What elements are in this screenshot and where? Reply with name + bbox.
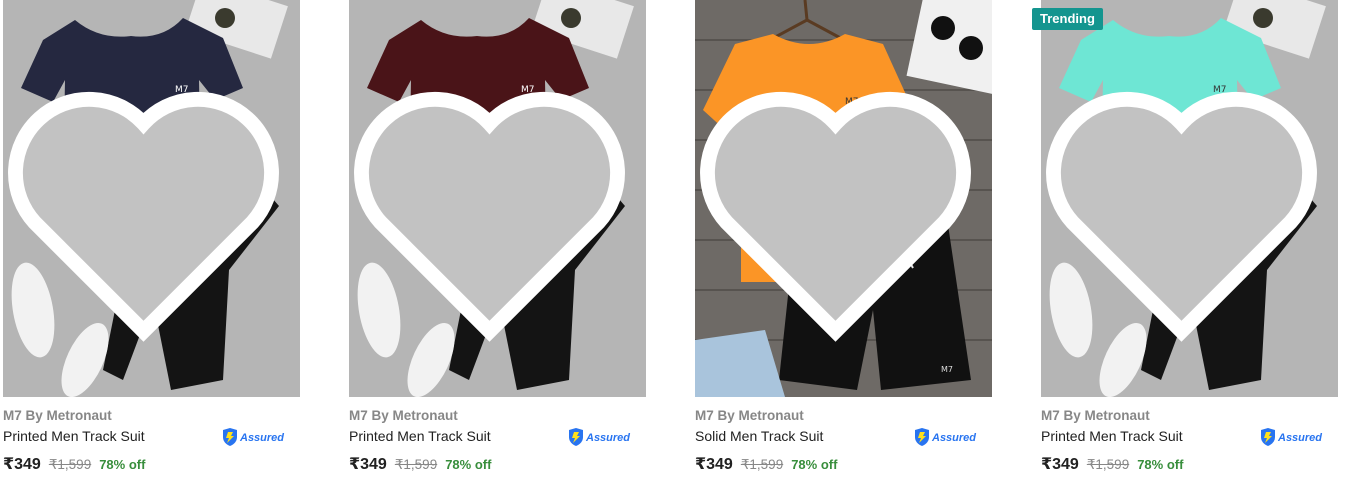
svg-text:Assured: Assured bbox=[239, 432, 284, 444]
mrp: ₹1,599 bbox=[1086, 457, 1130, 472]
product-brand: M7 By Metronaut bbox=[349, 408, 458, 423]
product-card[interactable]: M7 M7 By Metronaut Printed Men Track Sui… bbox=[3, 0, 300, 480]
product-title[interactable]: Printed Men Track Suit bbox=[349, 428, 491, 444]
wishlist-heart-icon[interactable] bbox=[349, 14, 638, 397]
product-card[interactable]: M7 Trending M7 By Metronaut Printed Men … bbox=[1032, 0, 1338, 480]
price: ₹349 bbox=[349, 456, 387, 473]
product-image[interactable]: M7 bbox=[3, 0, 300, 397]
flipkart-assured-icon: Assured bbox=[915, 428, 976, 446]
product-brand: M7 By Metronaut bbox=[1041, 408, 1150, 423]
mrp: ₹1,599 bbox=[48, 457, 92, 472]
price-row: ₹349 ₹1,599 78% off bbox=[349, 454, 491, 474]
discount: 78% off bbox=[1137, 457, 1184, 472]
flipkart-assured-icon: Assured bbox=[1261, 428, 1322, 446]
wishlist-heart-icon[interactable] bbox=[695, 14, 984, 397]
flipkart-assured-icon: Assured bbox=[569, 428, 630, 446]
discount: 78% off bbox=[99, 457, 146, 472]
price-row: ₹349 ₹1,599 78% off bbox=[1041, 454, 1183, 474]
discount: 78% off bbox=[445, 457, 492, 472]
price: ₹349 bbox=[3, 456, 41, 473]
svg-text:Assured: Assured bbox=[585, 432, 630, 444]
trending-badge: Trending bbox=[1032, 8, 1103, 30]
product-title[interactable]: Solid Men Track Suit bbox=[695, 428, 823, 444]
price-row: ₹349 ₹1,599 78% off bbox=[3, 454, 145, 474]
product-image[interactable]: M7 bbox=[349, 0, 646, 397]
price: ₹349 bbox=[1041, 456, 1079, 473]
product-card[interactable]: M7 M7 By Metronaut Printed Men Track Sui… bbox=[349, 0, 646, 480]
product-image[interactable]: M7 M7 bbox=[695, 0, 992, 397]
product-image[interactable]: M7 bbox=[1041, 0, 1338, 397]
mrp: ₹1,599 bbox=[740, 457, 784, 472]
svg-text:Assured: Assured bbox=[1277, 432, 1322, 444]
wishlist-heart-icon[interactable] bbox=[1041, 14, 1330, 397]
wishlist-heart-icon[interactable] bbox=[3, 14, 292, 397]
product-title[interactable]: Printed Men Track Suit bbox=[1041, 428, 1183, 444]
discount: 78% off bbox=[791, 457, 838, 472]
product-title[interactable]: Printed Men Track Suit bbox=[3, 428, 145, 444]
product-brand: M7 By Metronaut bbox=[3, 408, 112, 423]
flipkart-assured-icon: Assured bbox=[223, 428, 284, 446]
product-grid: M7 M7 By Metronaut Printed Men Track Sui… bbox=[0, 0, 1347, 480]
product-card[interactable]: M7 M7 M7 By Metronaut Solid Men Track Su… bbox=[695, 0, 992, 480]
price: ₹349 bbox=[695, 456, 733, 473]
svg-text:Assured: Assured bbox=[931, 432, 976, 444]
product-brand: M7 By Metronaut bbox=[695, 408, 804, 423]
price-row: ₹349 ₹1,599 78% off bbox=[695, 454, 837, 474]
mrp: ₹1,599 bbox=[394, 457, 438, 472]
